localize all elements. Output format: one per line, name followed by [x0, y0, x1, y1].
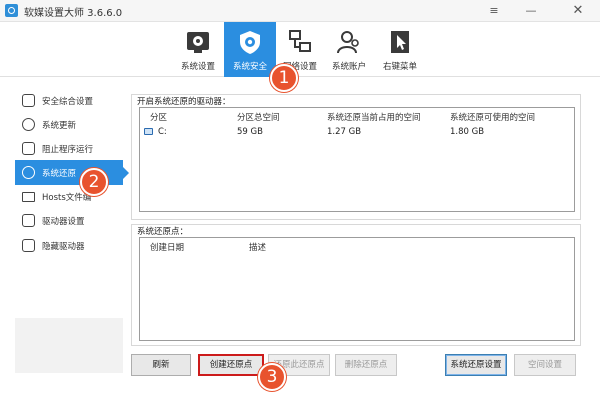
refresh-button[interactable]: 刷新	[131, 354, 191, 376]
refresh-icon	[22, 118, 35, 131]
network-icon	[289, 30, 311, 52]
sidebar-item-label: 系统还原	[42, 169, 77, 179]
create-restore-point-button[interactable]: 创建还原点	[198, 354, 264, 376]
drive-icon	[144, 128, 153, 135]
sidebar-item-security-overview[interactable]: 安全综合设置	[15, 88, 123, 113]
sidebar-item-label: 系统更新	[42, 121, 77, 131]
tab-label: 系统设置	[180, 62, 215, 72]
sidebar-item-label: 安全综合设置	[42, 97, 94, 107]
step-badge-2: 2	[80, 168, 108, 196]
active-indicator	[123, 167, 129, 179]
sidebar-item-drive-settings[interactable]: 驱动器设置	[15, 208, 123, 233]
cell-available: 1.80 GB	[450, 127, 485, 137]
sidebar-item-hosts-file[interactable]: Hosts文件编	[15, 184, 123, 209]
column-header[interactable]: 分区	[150, 111, 167, 123]
drive-settings-icon	[22, 214, 35, 227]
delete-restore-point-button[interactable]: 删除还原点	[335, 354, 397, 376]
sidebar-item-block-programs[interactable]: 阻止程序运行	[15, 136, 123, 161]
cursor-menu-icon	[391, 31, 409, 53]
hosts-file-icon	[22, 192, 35, 202]
group-label: 系统还原点：	[137, 225, 189, 237]
space-settings-button[interactable]: 空间设置	[514, 354, 576, 376]
column-header[interactable]: 系统还原可使用的空间	[450, 111, 535, 123]
tab-label: 系统账户	[331, 62, 366, 72]
sidebar-item-hide-drives[interactable]: 隐藏驱动器	[15, 233, 123, 258]
users-icon	[337, 31, 359, 54]
group-label: 开启系统还原的驱动器：	[137, 95, 231, 107]
block-window-icon	[22, 142, 35, 155]
tab-context-menu[interactable]: 右键菜单	[374, 22, 426, 77]
tab-label: 系统安全	[232, 62, 267, 72]
column-header[interactable]: 分区总空间	[237, 111, 280, 123]
restore-points-table[interactable]: 创建日期 描述	[139, 237, 575, 341]
app-logo-icon	[5, 4, 18, 17]
column-header[interactable]: 系统还原当前占用的空间	[327, 111, 421, 123]
restore-icon	[22, 166, 35, 179]
column-header[interactable]: 创建日期	[150, 241, 184, 253]
step-badge-3: 3	[258, 363, 286, 391]
system-settings-icon	[187, 32, 209, 53]
restore-points-group: 系统还原点： 创建日期 描述	[131, 224, 581, 346]
restore-drives-group: 开启系统还原的驱动器： 分区 分区总空间 系统还原当前占用的空间 系统还原可使用…	[131, 94, 581, 220]
sidebar-item-label: 隐藏驱动器	[42, 242, 85, 252]
sidebar-footer	[15, 318, 123, 373]
title-bar: 软媒设置大师 3.6.6.0 ≡ — ✕	[0, 0, 600, 22]
cell-partition: C:	[158, 127, 167, 137]
sidebar-item-label: Hosts文件编	[42, 193, 92, 203]
shield-settings-icon	[22, 94, 35, 107]
drives-table[interactable]: 分区 分区总空间 系统还原当前占用的空间 系统还原可使用的空间 C: 59 GB…	[139, 107, 575, 212]
minimize-icon[interactable]: —	[518, 1, 544, 21]
tab-label: 右键菜单	[382, 62, 417, 72]
main-toolbar: 系统设置 系统安全 网络设置 系统账户 右键菜单	[0, 22, 600, 77]
cell-total: 59 GB	[237, 127, 263, 137]
sidebar-item-system-update[interactable]: 系统更新	[15, 112, 123, 137]
column-header[interactable]: 描述	[249, 241, 266, 253]
hidden-drive-icon	[22, 239, 35, 252]
cell-used: 1.27 GB	[327, 127, 362, 137]
sidebar-item-label: 驱动器设置	[42, 217, 85, 227]
step-badge-1: 1	[270, 64, 298, 92]
sidebar-item-label: 阻止程序运行	[42, 145, 94, 155]
system-restore-settings-button[interactable]: 系统还原设置	[445, 354, 507, 376]
close-icon[interactable]: ✕	[565, 1, 591, 21]
sidebar: 安全综合设置 系统更新 阻止程序运行 系统还原 Hosts文件编 驱动器设置 隐…	[15, 88, 129, 376]
tab-system-security[interactable]: 系统安全	[224, 22, 276, 77]
menu-icon[interactable]: ≡	[481, 1, 507, 21]
window-title: 软媒设置大师 3.6.6.0	[24, 8, 123, 19]
tab-system-settings[interactable]: 系统设置	[172, 22, 224, 77]
shield-gear-icon	[240, 31, 260, 54]
tab-system-accounts[interactable]: 系统账户	[323, 22, 375, 77]
